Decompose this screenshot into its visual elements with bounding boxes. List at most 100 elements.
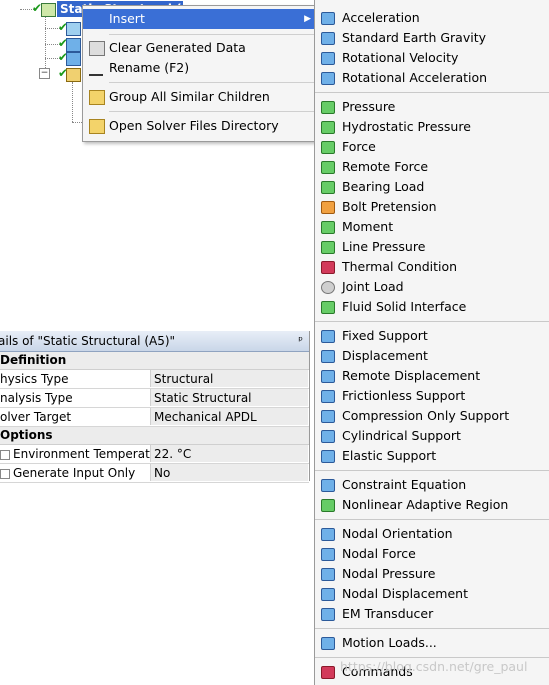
folder-icon — [89, 90, 105, 105]
submenu-item-label: Compression Only Support — [342, 408, 510, 423]
row-value[interactable]: No — [150, 464, 308, 481]
fluid-solid-interface-icon — [321, 301, 335, 314]
frictionless-support-icon — [321, 390, 335, 403]
submenu-item-label: Bolt Pretension — [342, 199, 437, 214]
submenu-item-force[interactable]: Force — [315, 137, 549, 157]
submenu-item-nonlinear-adaptive-region[interactable]: Nonlinear Adaptive Region — [315, 495, 549, 515]
nonlinear-adaptive-region-icon — [321, 499, 335, 512]
menu-item-open-solver-files-directory[interactable]: Open Solver Files Directory — [83, 116, 316, 136]
submenu-item-label: Bearing Load — [342, 179, 425, 194]
solution-icon[interactable] — [66, 68, 81, 82]
rotational-velocity-icon — [321, 52, 335, 65]
submenu-item-elastic-support[interactable]: Elastic Support — [315, 446, 549, 466]
row-value[interactable]: Mechanical APDL — [150, 408, 308, 425]
submenu-item-thermal-condition[interactable]: Thermal Condition — [315, 257, 549, 277]
compression-only-support-icon — [321, 410, 335, 423]
submenu-item-em-transducer[interactable]: EM Transducer — [315, 604, 549, 624]
menu-item-clear-generated-data[interactable]: Clear Generated Data — [83, 38, 316, 58]
submenu-separator — [315, 92, 549, 93]
submenu-item-motion-loads[interactable]: Motion Loads... — [315, 633, 549, 653]
menu-item-insert[interactable]: Insert ▶ — [83, 9, 316, 29]
menu-item-label: Clear Generated Data — [109, 40, 246, 55]
submenu-item-joint-load[interactable]: Joint Load — [315, 277, 549, 297]
submenu-item-cylindrical-support[interactable]: Cylindrical Support — [315, 426, 549, 446]
details-title-bar: ails of "Static Structural (A5)" ᵖ — [0, 331, 309, 352]
row-value[interactable]: 22. °C — [150, 445, 308, 462]
submenu-item-rotational-acceleration[interactable]: Rotational Acceleration — [315, 68, 549, 88]
collapse-icon[interactable]: − — [39, 68, 50, 79]
submenu-item-constraint-equation[interactable]: Constraint Equation — [315, 475, 549, 495]
row-key: Environment Temperature — [0, 445, 150, 463]
submenu-item-frictionless-support[interactable]: Frictionless Support — [315, 386, 549, 406]
submenu-item-pressure[interactable]: Pressure — [315, 97, 549, 117]
submenu-item-label: Remote Force — [342, 159, 429, 174]
submenu-item-label: Nonlinear Adaptive Region — [342, 497, 509, 512]
submenu-item-compression-only-support[interactable]: Compression Only Support — [315, 406, 549, 426]
menu-item-label: Group All Similar Children — [109, 89, 270, 104]
group-options[interactable]: Options — [0, 427, 309, 445]
group-definition[interactable]: Definition — [0, 352, 309, 370]
details-row[interactable]: Generate Input Only No — [0, 464, 309, 483]
submenu-item-nodal-orientation[interactable]: Nodal Orientation — [315, 524, 549, 544]
submenu-item-label: Joint Load — [342, 279, 404, 294]
submenu-separator — [315, 657, 549, 658]
checkbox[interactable] — [0, 449, 10, 460]
commands-icon — [321, 666, 335, 679]
context-menu: Insert ▶ Clear Generated Data Rename (F2… — [82, 5, 317, 142]
submenu-arrow-icon: ▶ — [304, 14, 311, 24]
details-row[interactable]: Environment Temperature 22. °C — [0, 445, 309, 464]
motion-loads-icon — [321, 637, 335, 650]
load-icon[interactable] — [66, 38, 81, 52]
submenu-item-moment[interactable]: Moment — [315, 217, 549, 237]
submenu-item-nodal-pressure[interactable]: Nodal Pressure — [315, 564, 549, 584]
submenu-item-line-pressure[interactable]: Line Pressure — [315, 237, 549, 257]
gravity-icon — [321, 32, 335, 45]
menu-separator — [109, 82, 314, 83]
submenu-item-standard-earth-gravity[interactable]: Standard Earth Gravity — [315, 28, 549, 48]
submenu-item-nodal-displacement[interactable]: Nodal Displacement — [315, 584, 549, 604]
static-structural-icon — [41, 3, 56, 17]
checkbox[interactable] — [0, 468, 10, 479]
em-transducer-icon — [321, 608, 335, 621]
submenu-item-label: Hydrostatic Pressure — [342, 119, 471, 134]
tree-connector — [45, 16, 46, 74]
submenu-item-fixed-support[interactable]: Fixed Support — [315, 326, 549, 346]
details-panel: ails of "Static Structural (A5)" ᵖ Defin… — [0, 331, 310, 483]
submenu-item-label: Rotational Acceleration — [342, 70, 488, 85]
watermark: https://blog.csdn.net/gre_paul — [340, 659, 528, 674]
submenu-item-hydrostatic-pressure[interactable]: Hydrostatic Pressure — [315, 117, 549, 137]
submenu-item-label: EM Transducer — [342, 606, 434, 621]
nodal-orientation-icon — [321, 528, 335, 541]
submenu-item-bolt-pretension[interactable]: Bolt Pretension — [315, 197, 549, 217]
submenu-item-nodal-force[interactable]: Nodal Force — [315, 544, 549, 564]
menu-item-group-all-similar-children[interactable]: Group All Similar Children — [83, 87, 316, 107]
submenu-separator — [315, 470, 549, 471]
submenu-item-remote-force[interactable]: Remote Force — [315, 157, 549, 177]
submenu-item-label: Standard Earth Gravity — [342, 30, 486, 45]
acceleration-icon — [321, 12, 335, 25]
row-value[interactable]: Static Structural — [150, 389, 308, 406]
submenu-item-bearing-load[interactable]: Bearing Load — [315, 177, 549, 197]
rename-icon — [89, 61, 103, 76]
submenu-item-label: Frictionless Support — [342, 388, 466, 403]
submenu-separator — [315, 519, 549, 520]
row-value[interactable]: Structural — [150, 370, 308, 387]
insert-submenu: Acceleration Standard Earth Gravity Rota… — [314, 0, 549, 685]
analysis-settings-icon[interactable] — [66, 22, 81, 36]
submenu-item-acceleration[interactable]: Acceleration — [315, 8, 549, 28]
submenu-item-displacement[interactable]: Displacement — [315, 346, 549, 366]
pin-icon[interactable]: ᵖ — [298, 331, 303, 351]
remote-displacement-icon — [321, 370, 335, 383]
submenu-item-label: Rotational Velocity — [342, 50, 459, 65]
submenu-item-remote-displacement[interactable]: Remote Displacement — [315, 366, 549, 386]
support-icon[interactable] — [66, 52, 81, 66]
details-row[interactable]: hysics Type Structural — [0, 370, 309, 389]
displacement-icon — [321, 350, 335, 363]
remote-force-icon — [321, 161, 335, 174]
clear-data-icon — [89, 41, 105, 56]
submenu-item-rotational-velocity[interactable]: Rotational Velocity — [315, 48, 549, 68]
details-row[interactable]: nalysis Type Static Structural — [0, 389, 309, 408]
submenu-item-fluid-solid-interface[interactable]: Fluid Solid Interface — [315, 297, 549, 317]
menu-item-rename[interactable]: Rename (F2) — [83, 58, 316, 78]
details-row[interactable]: olver Target Mechanical APDL — [0, 408, 309, 427]
